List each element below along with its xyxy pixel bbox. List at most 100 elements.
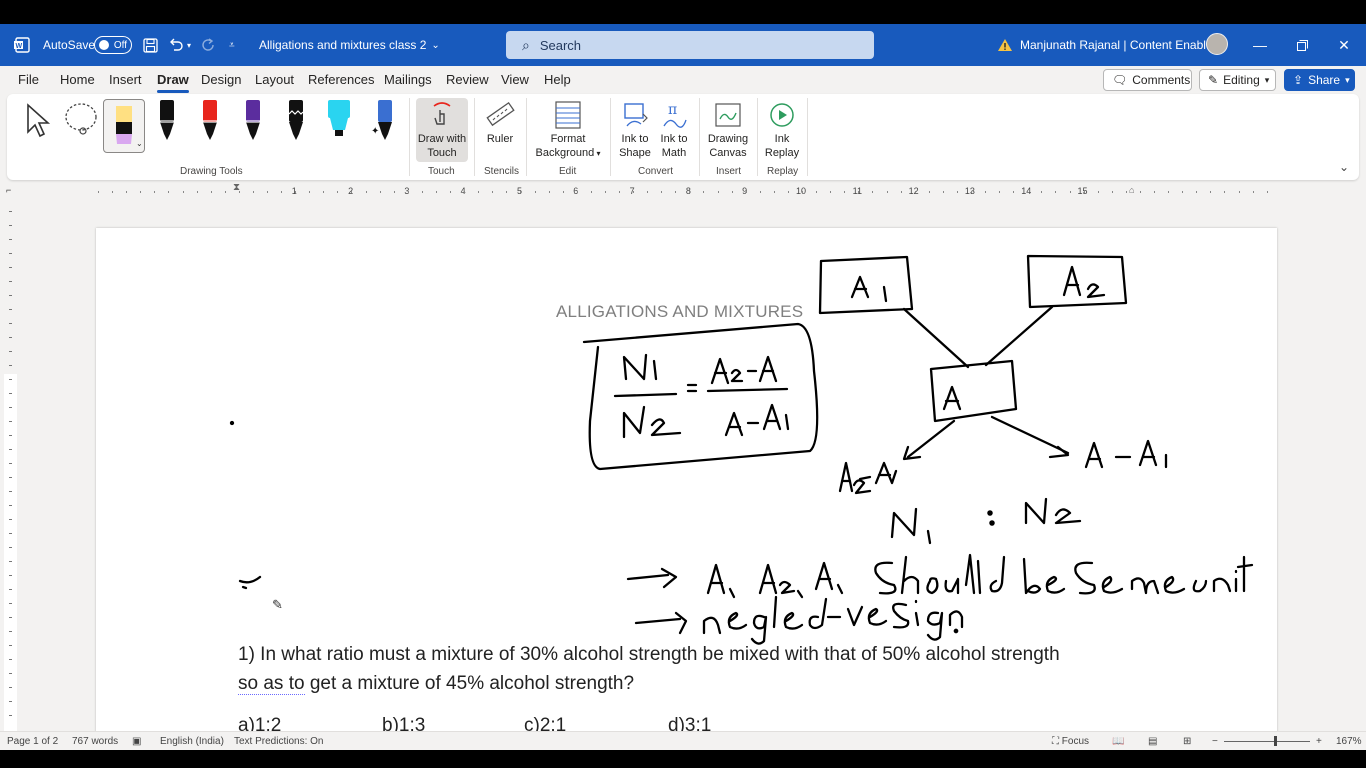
zoom-slider-track[interactable] xyxy=(1224,741,1310,742)
print-layout-icon[interactable]: ▤ xyxy=(1148,736,1157,747)
lasso-select-icon[interactable] xyxy=(63,102,99,143)
ink-replay-label-2: Replay xyxy=(764,147,800,159)
format-background-button[interactable]: Format Background ▾ xyxy=(533,98,603,161)
text-predictions-status[interactable]: Text Predictions: On xyxy=(234,736,323,747)
ink-replay-button[interactable]: Ink Replay xyxy=(763,98,801,160)
ruler-button[interactable]: Ruler xyxy=(481,98,519,146)
grammar-flagged-text[interactable]: so as to xyxy=(238,673,305,695)
question-line-1: 1) In what ratio must a mixture of 30% a… xyxy=(238,644,1060,665)
svg-text:π: π xyxy=(668,102,677,118)
ruler-tick xyxy=(1238,191,1240,193)
format-background-icon xyxy=(533,98,603,132)
chevron-down-icon: ▾ xyxy=(594,149,601,158)
web-layout-icon[interactable]: ⊞ xyxy=(1183,736,1191,747)
ruler-tick xyxy=(238,191,240,193)
undo-icon[interactable]: ▾ xyxy=(168,24,191,66)
pen-cursor-icon: ✎ xyxy=(272,597,283,612)
tab-references[interactable]: References xyxy=(308,72,374,87)
search-input[interactable]: ⌕ Search xyxy=(506,31,874,59)
highlighter-pen-selected[interactable]: ⌄ xyxy=(103,99,145,153)
minimize-icon[interactable]: — xyxy=(1240,24,1280,66)
ruler-tick xyxy=(802,191,803,193)
tab-review[interactable]: Review xyxy=(446,72,489,87)
ink-replay-icon xyxy=(763,98,801,132)
zoom-in-icon[interactable]: + xyxy=(1316,736,1322,747)
cyan-highlighter-icon[interactable] xyxy=(325,100,353,147)
close-icon[interactable]: ✕ xyxy=(1324,24,1364,66)
customize-toolbar-icon[interactable]: ⩡ xyxy=(229,24,235,66)
comments-button[interactable]: 🗨 Comments xyxy=(1103,69,1192,91)
divider xyxy=(807,98,808,176)
ruler-tick xyxy=(506,191,508,193)
divider xyxy=(699,98,700,176)
redo-icon[interactable] xyxy=(201,24,217,66)
chevron-down-icon: ▾ xyxy=(1264,74,1270,85)
black-marker-pen-icon[interactable] xyxy=(286,100,306,147)
drawing-canvas-button[interactable]: Drawing Canvas xyxy=(706,98,750,160)
ruler-tick xyxy=(830,191,832,193)
read-mode-icon[interactable]: 📖 xyxy=(1112,736,1124,747)
horizontal-ruler[interactable]: ⌐ ⧗ ⌂ 123456789101112131415 xyxy=(0,182,1366,201)
ruler-tick xyxy=(816,191,818,193)
group-label-touch: Touch xyxy=(428,166,455,177)
tab-stop-selector-icon[interactable]: ⌐ xyxy=(6,185,11,195)
language-indicator[interactable]: English (India) xyxy=(160,736,224,747)
ruler-tick xyxy=(267,191,268,193)
word-window: W AutoSave Off ▾ ⩡ Alligations and mixtu… xyxy=(0,0,1366,768)
blue-pencil-icon[interactable]: ✦ xyxy=(371,100,397,147)
restore-icon[interactable] xyxy=(1282,24,1322,66)
right-indent-marker-icon[interactable]: ⌂ xyxy=(1129,185,1134,195)
ruler-tick xyxy=(182,191,184,193)
word-app-icon[interactable]: W xyxy=(13,24,31,66)
question-line-2: get a mixture of 45% alcohol strength? xyxy=(304,673,635,694)
ruler-tick xyxy=(98,191,99,193)
ruler-tick xyxy=(689,191,691,193)
ruler-tick xyxy=(576,191,578,193)
tab-draw[interactable]: Draw xyxy=(157,72,189,93)
autosave-toggle[interactable]: Off xyxy=(94,24,132,66)
ruler-tick xyxy=(604,191,606,193)
draw-with-touch-button[interactable]: Draw with Touch xyxy=(416,98,468,162)
black-pen-icon[interactable] xyxy=(157,100,177,147)
menu-bar: File Home Insert Draw Design Layout Refe… xyxy=(0,66,1366,94)
tab-help[interactable]: Help xyxy=(544,72,571,87)
tab-file[interactable]: File xyxy=(18,72,39,87)
select-tool-icon[interactable] xyxy=(25,102,53,145)
ruler-tick xyxy=(210,191,212,193)
word-count[interactable]: 767 words xyxy=(72,736,118,747)
zoom-slider-thumb[interactable] xyxy=(1274,736,1277,746)
group-label-edit: Edit xyxy=(559,166,577,177)
document-title-button[interactable]: Alligations and mixtures class 2 ⌄ xyxy=(259,24,440,66)
tab-layout[interactable]: Layout xyxy=(255,72,294,87)
tab-home[interactable]: Home xyxy=(60,72,95,87)
page-count[interactable]: Page 1 of 2 xyxy=(7,736,58,747)
save-icon[interactable] xyxy=(143,24,158,66)
zoom-out-icon[interactable]: − xyxy=(1212,736,1218,747)
user-name[interactable]: Manjunath Rajanal | Content Enablers xyxy=(1020,24,1223,66)
question-text: 1) In what ratio must a mixture of 30% a… xyxy=(238,640,1138,698)
undo-dropdown-icon[interactable]: ▾ xyxy=(187,41,191,50)
ribbon: ⌄ ✦ Drawing Tools Draw with Touch Touch … xyxy=(7,94,1359,180)
tab-mailings[interactable]: Mailings xyxy=(384,72,432,87)
tab-design[interactable]: Design xyxy=(201,72,241,87)
purple-pen-icon[interactable] xyxy=(243,100,263,147)
ruler-tick xyxy=(844,191,846,193)
avatar[interactable] xyxy=(1206,33,1228,55)
share-button[interactable]: ⇪ Share ▾ xyxy=(1284,69,1355,91)
focus-mode-button[interactable]: ⛶ Focus xyxy=(1052,736,1089,747)
ink-to-shape-label-2: Shape xyxy=(619,147,651,159)
red-pen-icon[interactable] xyxy=(200,100,220,147)
ink-to-shape-button[interactable]: Ink to Shape xyxy=(617,98,653,160)
editing-mode-button[interactable]: ✎ Editing ▾ xyxy=(1199,69,1276,91)
collapse-ribbon-icon[interactable]: ⌄ xyxy=(1339,160,1349,174)
ruler-tick xyxy=(1210,191,1212,193)
proofing-icon[interactable]: ▣ xyxy=(132,736,141,747)
ruler-tick xyxy=(1168,191,1170,193)
ink-to-math-button[interactable]: π Ink to Math xyxy=(656,98,692,160)
warning-icon[interactable] xyxy=(997,24,1013,66)
drawing-canvas-label-1: Drawing xyxy=(707,133,749,145)
tab-insert[interactable]: Insert xyxy=(109,72,142,87)
zoom-level[interactable]: 167% xyxy=(1336,736,1362,747)
ruler-tick xyxy=(999,191,1001,193)
tab-view[interactable]: View xyxy=(501,72,529,87)
